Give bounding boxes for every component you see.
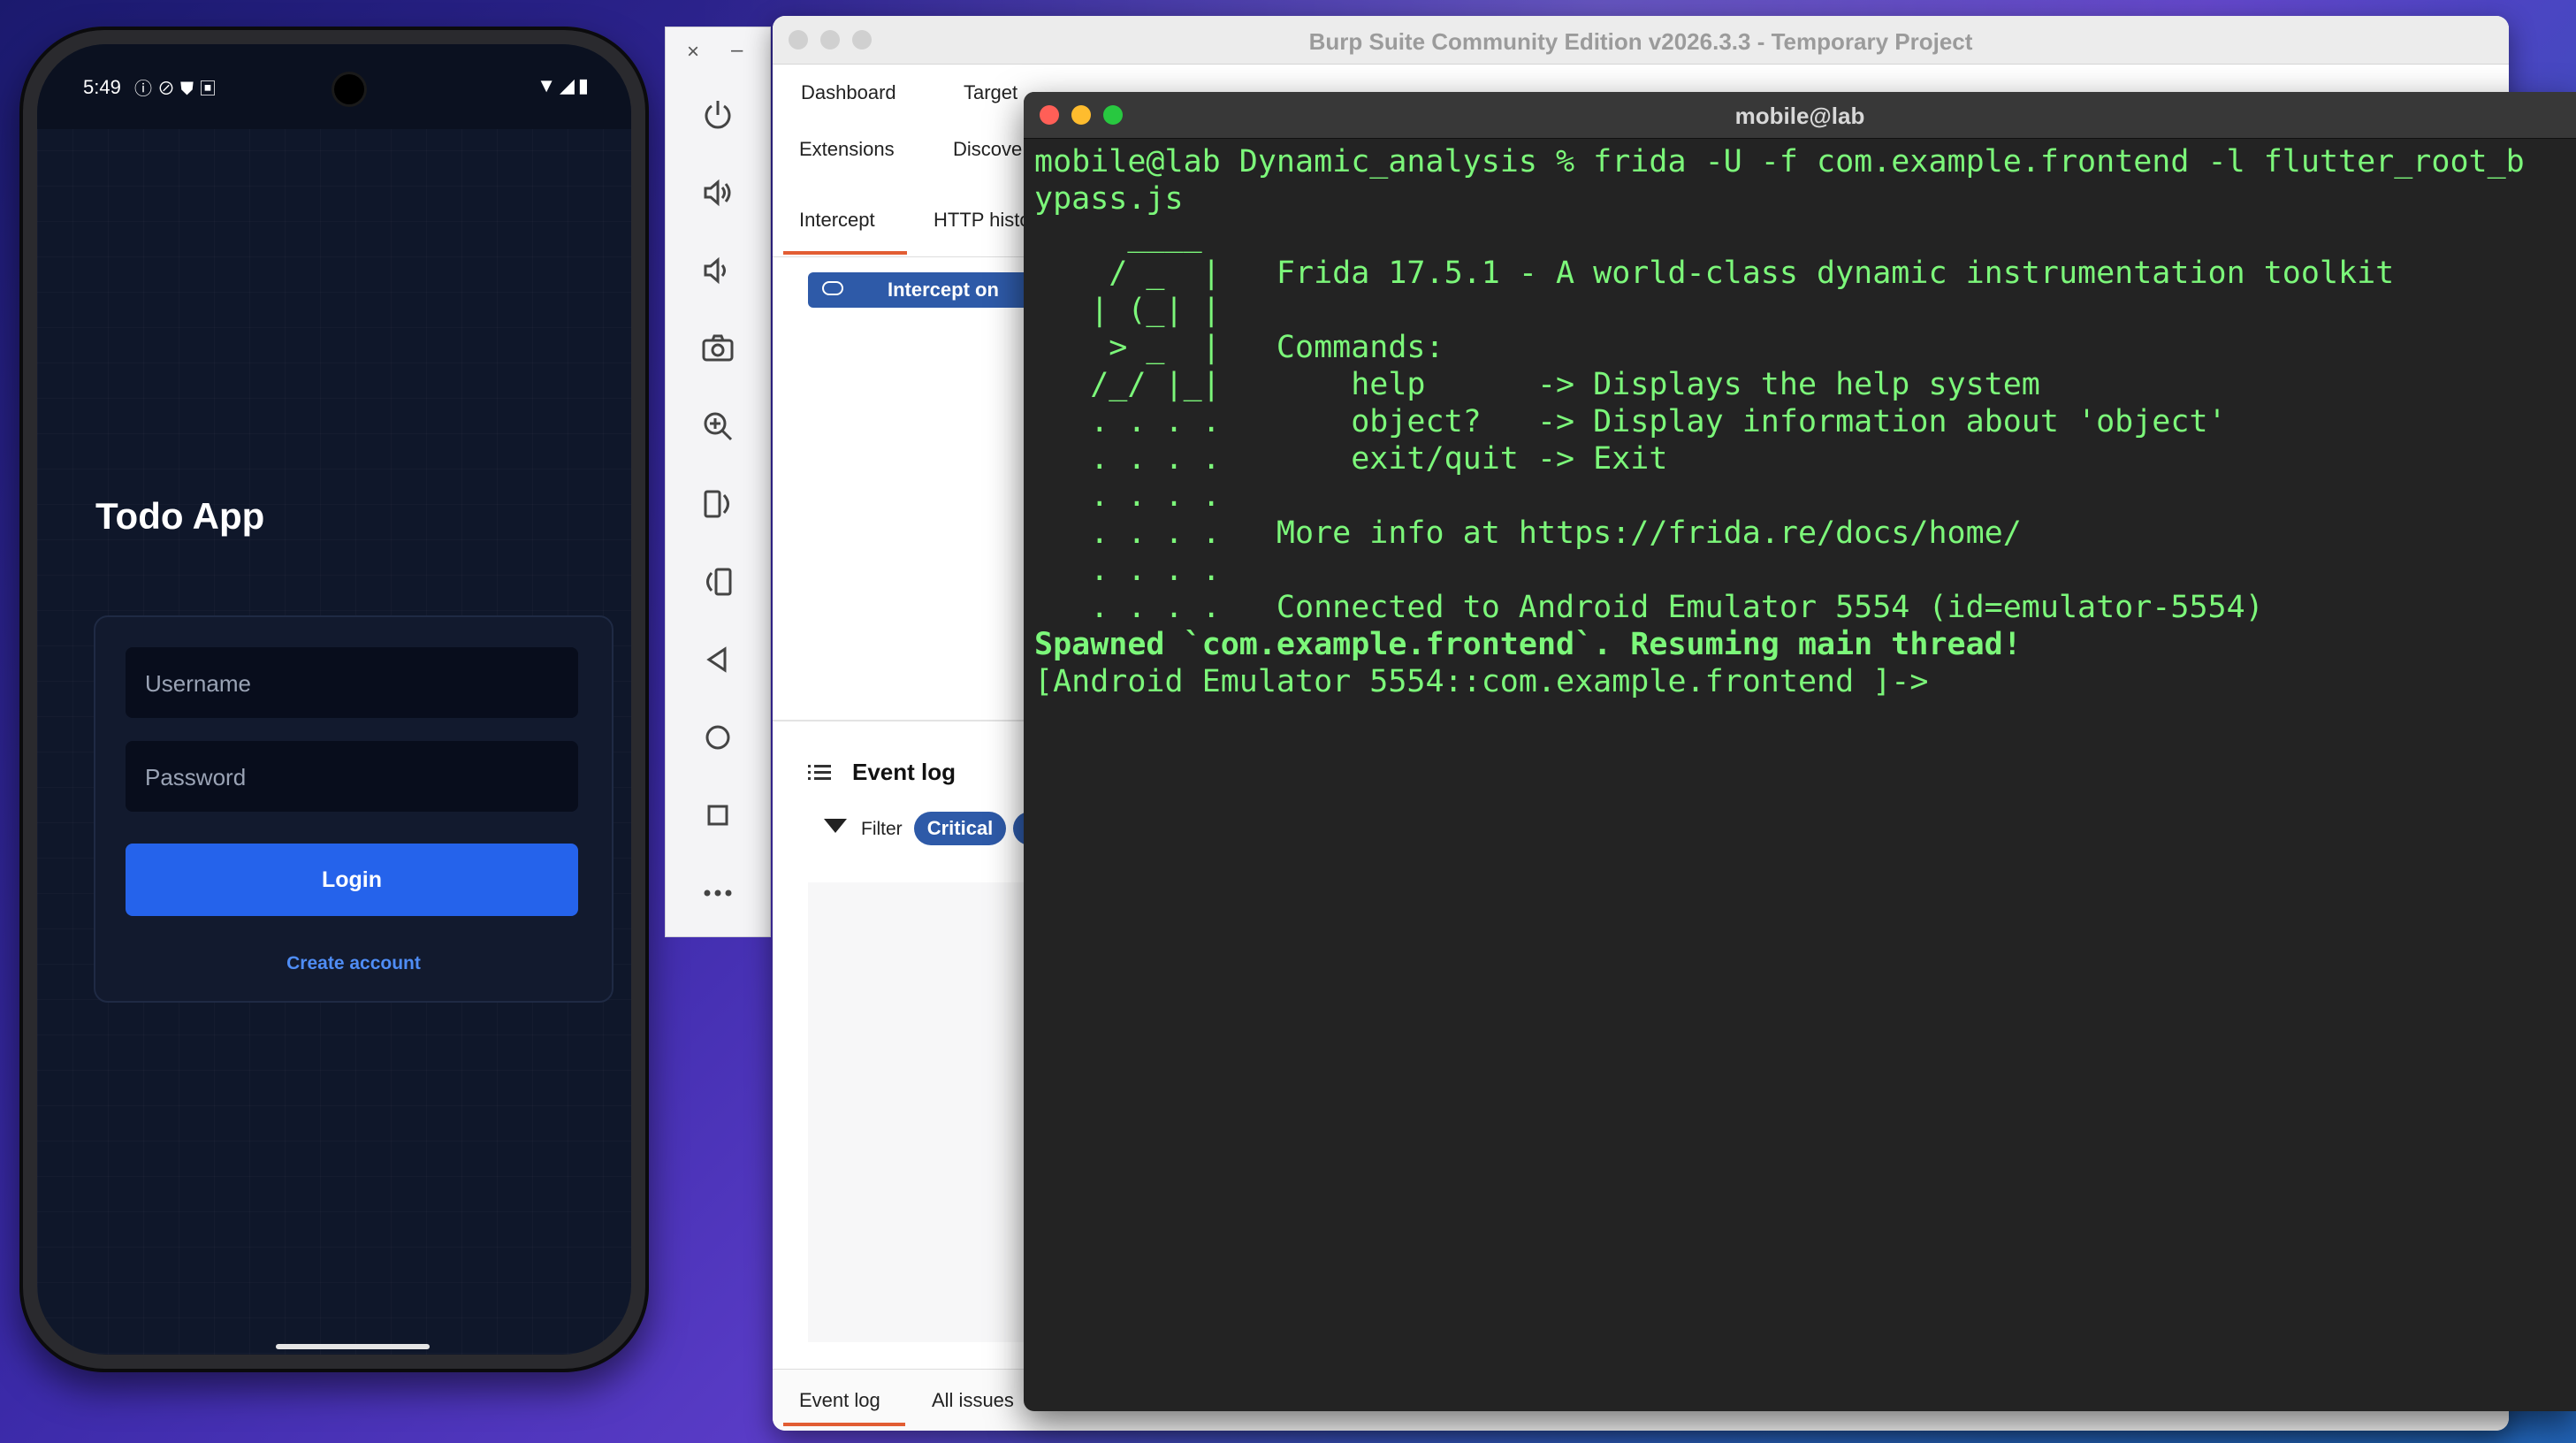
rotate-left-icon[interactable]: [692, 478, 743, 530]
terminal-line: . . . . object? -> Display information a…: [1034, 404, 2227, 439]
subtab-http-history[interactable]: HTTP histo: [934, 209, 1031, 232]
event-log-title: Event log: [852, 759, 956, 785]
camera-icon[interactable]: [692, 323, 743, 374]
emulator-toolbar-header: × –: [666, 27, 770, 75]
filter-label[interactable]: Filter: [861, 819, 903, 840]
terminal-line: . . . .: [1034, 478, 1221, 514]
status-signal-battery-icons: ▼◢▮: [537, 74, 592, 96]
burp-title-bar: Burp Suite Community Edition v2026.3.3 -…: [773, 16, 2509, 65]
terminal-line: mobile@lab Dynamic_analysis % frida -U -…: [1034, 144, 2525, 179]
bottom-active-indicator: [783, 1423, 905, 1426]
terminal-line: > _ | Commands:: [1034, 330, 1444, 365]
terminal-line: . . . . exit/quit -> Exit: [1034, 441, 1668, 477]
zoom-in-icon[interactable]: [692, 401, 743, 452]
toggle-icon: [822, 281, 843, 295]
terminal-line: / _ | Frida 17.5.1 - A world-class dynam…: [1034, 256, 2395, 291]
close-icon[interactable]: ×: [687, 40, 699, 65]
overview-icon[interactable]: [692, 790, 743, 841]
tab-extensions[interactable]: Extensions: [799, 138, 895, 161]
front-camera: [334, 74, 364, 104]
subtab-intercept[interactable]: Intercept: [799, 209, 875, 232]
terminal-line: /_/ |_| help -> Displays the help system: [1034, 367, 2040, 402]
terminal-line: ypass.js: [1034, 181, 1184, 217]
terminal-line: | (_| |: [1034, 293, 1221, 328]
active-tab-indicator: [783, 251, 907, 255]
filter-icon[interactable]: [824, 819, 847, 833]
list-icon: [808, 765, 831, 780]
status-time: 5:49: [83, 76, 121, 98]
power-icon[interactable]: [692, 89, 743, 141]
create-account-link[interactable]: Create account: [95, 953, 612, 974]
tab-target[interactable]: Target: [964, 81, 1017, 104]
terminal-line: . . . . Connected to Android Emulator 55…: [1034, 590, 2264, 625]
burp-window-title: Burp Suite Community Edition v2026.3.3 -…: [1308, 28, 1973, 55]
login-button[interactable]: Login: [126, 844, 578, 916]
minimize-icon[interactable]: –: [731, 38, 743, 63]
app-title: Todo App: [95, 495, 265, 537]
android-emulator-phone: 5:49 ⓘ⊘⛊▣ ▼◢▮ Todo App Username Password…: [19, 27, 649, 1372]
bottom-tab-all-issues[interactable]: All issues: [932, 1389, 1014, 1412]
terminal-line: . . . .: [1034, 553, 1221, 588]
volume-up-icon[interactable]: [692, 167, 743, 218]
terminal-line: ____: [1034, 218, 1202, 254]
back-icon[interactable]: [692, 634, 743, 685]
status-notification-icons: ⓘ⊘⛊▣: [134, 80, 222, 99]
terminal-line: [Android Emulator 5554::com.example.fron…: [1034, 664, 1929, 699]
username-input[interactable]: Username: [126, 647, 578, 718]
gesture-home-bar[interactable]: [276, 1344, 430, 1349]
terminal-title: mobile@lab: [1734, 103, 1865, 129]
filter-critical-badge[interactable]: Critical: [914, 812, 1006, 845]
bottom-tab-event-log[interactable]: Event log: [799, 1389, 880, 1412]
volume-down-icon[interactable]: [692, 245, 743, 296]
login-card: Username Password Login Create account: [94, 615, 614, 1003]
more-icon[interactable]: [692, 867, 743, 919]
terminal-output[interactable]: mobile@lab Dynamic_analysis % frida -U -…: [1034, 143, 2576, 1399]
terminal-line: Spawned `com.example.frontend`. Resuming…: [1034, 627, 2022, 662]
terminal-window: mobile@lab mobile@lab Dynamic_analysis %…: [1024, 92, 2576, 1411]
tab-discover[interactable]: Discove: [953, 138, 1022, 161]
emulator-toolbar: × –: [665, 27, 771, 937]
terminal-title-bar: mobile@lab: [1024, 92, 2576, 139]
terminal-line: . . . . More info at https://frida.re/do…: [1034, 515, 2022, 551]
home-icon[interactable]: [692, 712, 743, 763]
phone-screen: 5:49 ⓘ⊘⛊▣ ▼◢▮ Todo App Username Password…: [37, 44, 631, 1355]
password-input[interactable]: Password: [126, 741, 578, 812]
status-bar: 5:49 ⓘ⊘⛊▣ ▼◢▮: [37, 44, 631, 129]
rotate-right-icon[interactable]: [692, 556, 743, 607]
tab-dashboard[interactable]: Dashboard: [801, 81, 896, 104]
